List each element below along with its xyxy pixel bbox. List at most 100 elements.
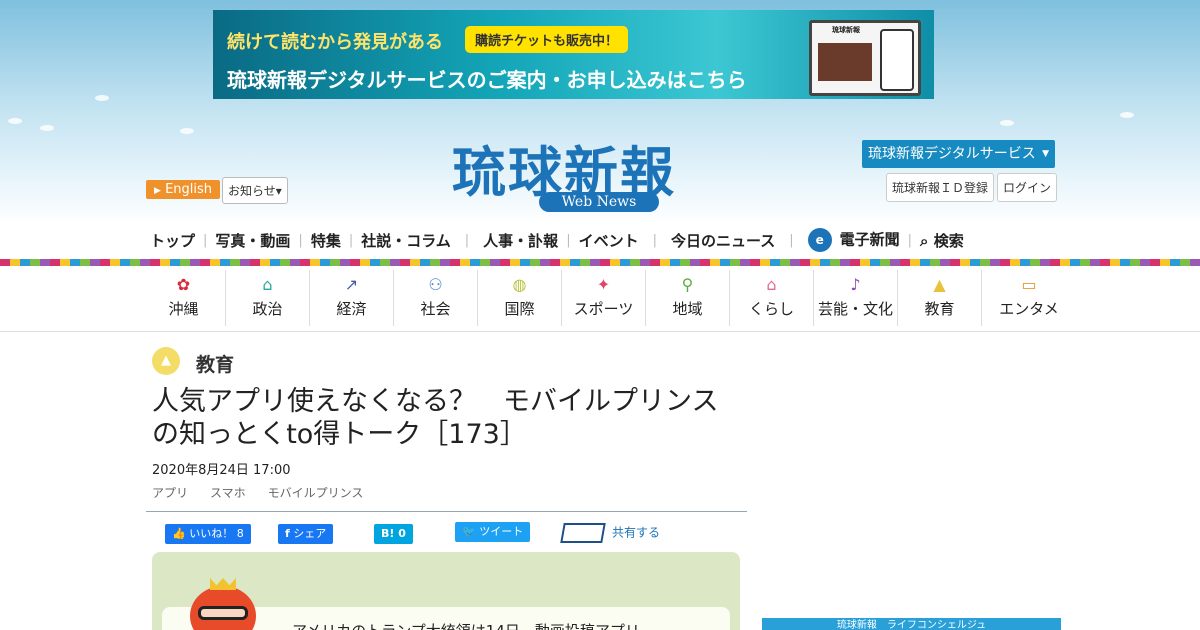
- category-economy-icon: ↗: [344, 275, 359, 294]
- nav-item-personnel[interactable]: 人事・訃報: [483, 230, 558, 251]
- fish-decoration: [100, 520, 114, 526]
- category-politics[interactable]: ⌂ 政治: [226, 270, 310, 326]
- category-living-icon: ⌂: [766, 275, 777, 294]
- category-entertainment[interactable]: ▭ エンタメ: [982, 270, 1076, 326]
- fish-decoration: [10, 480, 24, 486]
- login-button[interactable]: ログイン: [997, 173, 1058, 202]
- nav-separator: |: [298, 232, 303, 248]
- facebook-share-button[interactable]: f シェア: [278, 524, 334, 544]
- search-label: 検索: [933, 231, 964, 250]
- category-sports[interactable]: ✦ スポーツ: [562, 270, 646, 326]
- digital-service-dropdown[interactable]: 琉球新報デジタルサービス ▼: [862, 140, 1055, 168]
- nav-separator: |: [348, 232, 354, 248]
- share-label: シェア: [293, 527, 327, 540]
- e-paper-icon: e: [807, 228, 832, 252]
- notice-dropdown[interactable]: お知らせ▾: [222, 177, 288, 204]
- category-label: 国際: [504, 300, 535, 318]
- category-region[interactable]: ⚲ 地域: [646, 270, 730, 326]
- fish-decoration: [40, 125, 54, 131]
- graduation-cap-icon: ▲: [152, 347, 180, 375]
- facebook-icon: f: [285, 527, 290, 540]
- tag-link[interactable]: モバイルプリンス: [268, 484, 364, 501]
- category-divider: [0, 331, 1200, 332]
- caret-down-icon: ▼: [1042, 149, 1049, 159]
- digital-service-label: 琉球新報デジタルサービス: [868, 146, 1036, 162]
- category-education[interactable]: ▲ 教育: [898, 270, 982, 326]
- decorative-pattern-strip: [0, 259, 1200, 266]
- category-okinawa[interactable]: ✿ 沖縄: [142, 270, 226, 326]
- category-region-icon: ⚲: [681, 275, 694, 294]
- article-date: 2020年8月24日 17:00: [152, 463, 291, 478]
- banner-ticket-badge: 購読チケットも販売中！: [465, 26, 629, 53]
- envelope-icon: [560, 523, 606, 543]
- article-body-start: アメリカのトランプ大統領は14日、動画投稿アプリ: [292, 620, 640, 630]
- nav-item-editorial[interactable]: 社説・コラム: [361, 230, 451, 251]
- nav-item-feature[interactable]: 特集: [311, 230, 341, 251]
- category-label: 社会: [420, 300, 451, 318]
- mobile-prince-avatar: [190, 578, 256, 630]
- category-label: 地域: [672, 300, 703, 318]
- tag-link[interactable]: スマホ: [210, 484, 246, 501]
- category-label: 沖縄: [168, 300, 199, 318]
- banner-cta: 琉球新報デジタルサービスのご案内・お申し込みはこちら: [227, 68, 747, 92]
- nav-item-event[interactable]: イベント: [579, 230, 639, 251]
- english-button[interactable]: ▶ English: [146, 180, 221, 199]
- id-register-button[interactable]: 琉球新報ＩＤ登録: [886, 173, 995, 202]
- section-title[interactable]: 教育: [196, 350, 234, 377]
- nav-separator: |: [464, 232, 470, 248]
- fish-decoration: [1130, 338, 1144, 344]
- fish-decoration: [8, 118, 22, 124]
- nav-item-top[interactable]: トップ: [150, 230, 195, 251]
- tweet-label: ツイート: [479, 525, 524, 538]
- category-entertainment-icon: ▭: [1021, 275, 1037, 294]
- play-icon: ▶: [154, 186, 161, 196]
- banner-tagline: 続けて読むから発見がある: [227, 32, 443, 53]
- category-label: 教育: [924, 300, 955, 318]
- nav-separator: |: [789, 232, 794, 248]
- tablet-mockup: [880, 29, 914, 91]
- fish-decoration: [1090, 345, 1104, 351]
- facebook-like-button[interactable]: 👍 いいね！ 8: [165, 524, 251, 544]
- category-okinawa-icon: ✿: [176, 275, 191, 294]
- share-mail-label: 共有する: [612, 525, 661, 540]
- english-label: English: [165, 182, 213, 197]
- search-icon: ⌕: [920, 231, 929, 250]
- nav-item-e-paper[interactable]: e 電子新聞: [807, 228, 900, 252]
- like-count-label: いいね！ 8: [189, 527, 244, 540]
- fish-decoration: [95, 95, 109, 101]
- share-mail-button[interactable]: 共有する: [560, 523, 661, 543]
- twitter-icon: 🐦: [462, 525, 476, 538]
- category-label: エンタメ: [999, 300, 1059, 318]
- device-screen: [818, 43, 872, 81]
- category-politics-icon: ⌂: [262, 275, 273, 294]
- tweet-button[interactable]: 🐦 ツイート: [455, 522, 531, 542]
- article-tags: アプリ スマホ モバイルプリンス: [152, 484, 363, 501]
- avatar-glasses: [198, 606, 248, 620]
- category-nav: ✿ 沖縄 ⌂ 政治 ↗ 経済 ⚇ 社会 ◍ 国際 ✦ スポーツ ⚲ 地域 ⌂ くらし ♪ 芸能・文化 ▲ 教育 ▭ エンタ…: [142, 270, 1076, 328]
- tag-link[interactable]: アプリ: [152, 484, 188, 501]
- nav-separator: |: [566, 232, 571, 248]
- category-culture[interactable]: ♪ 芸能・文化: [814, 270, 898, 326]
- sidebar-ad[interactable]: 琉球新報 ライフコンシェルジュ: [762, 618, 1061, 630]
- article-headline: 人気アプリ使えなくなる？ モバイルプリンスの知っとくto得トーク［173］: [152, 386, 719, 450]
- hatena-bookmark-button[interactable]: B! 0: [374, 524, 413, 544]
- fish-decoration: [1120, 112, 1134, 118]
- nav-item-photo-video[interactable]: 写真・動画: [215, 230, 290, 251]
- nav-separator: |: [652, 232, 657, 248]
- category-international[interactable]: ◍ 国際: [478, 270, 562, 326]
- category-label: 芸能・文化: [817, 300, 893, 318]
- category-education-icon: ▲: [933, 275, 946, 294]
- category-society-icon: ⚇: [428, 275, 443, 294]
- crown-icon: [210, 578, 236, 590]
- digital-service-banner[interactable]: 続けて読むから発見がある 購読チケットも販売中！ 琉球新報デジタルサービスのご案…: [213, 10, 934, 99]
- category-society[interactable]: ⚇ 社会: [394, 270, 478, 326]
- nav-item-today-news[interactable]: 今日のニュース: [671, 230, 775, 251]
- nav-item-search[interactable]: ⌕ 検索: [920, 230, 964, 251]
- category-label: 政治: [252, 300, 283, 318]
- category-label: スポーツ: [573, 300, 634, 318]
- category-living[interactable]: ⌂ くらし: [730, 270, 814, 326]
- category-label: くらし: [748, 300, 794, 318]
- category-sports-icon: ✦: [596, 275, 611, 294]
- category-economy[interactable]: ↗ 経済: [310, 270, 394, 326]
- device-mockup-image: 琉球新報: [809, 20, 921, 96]
